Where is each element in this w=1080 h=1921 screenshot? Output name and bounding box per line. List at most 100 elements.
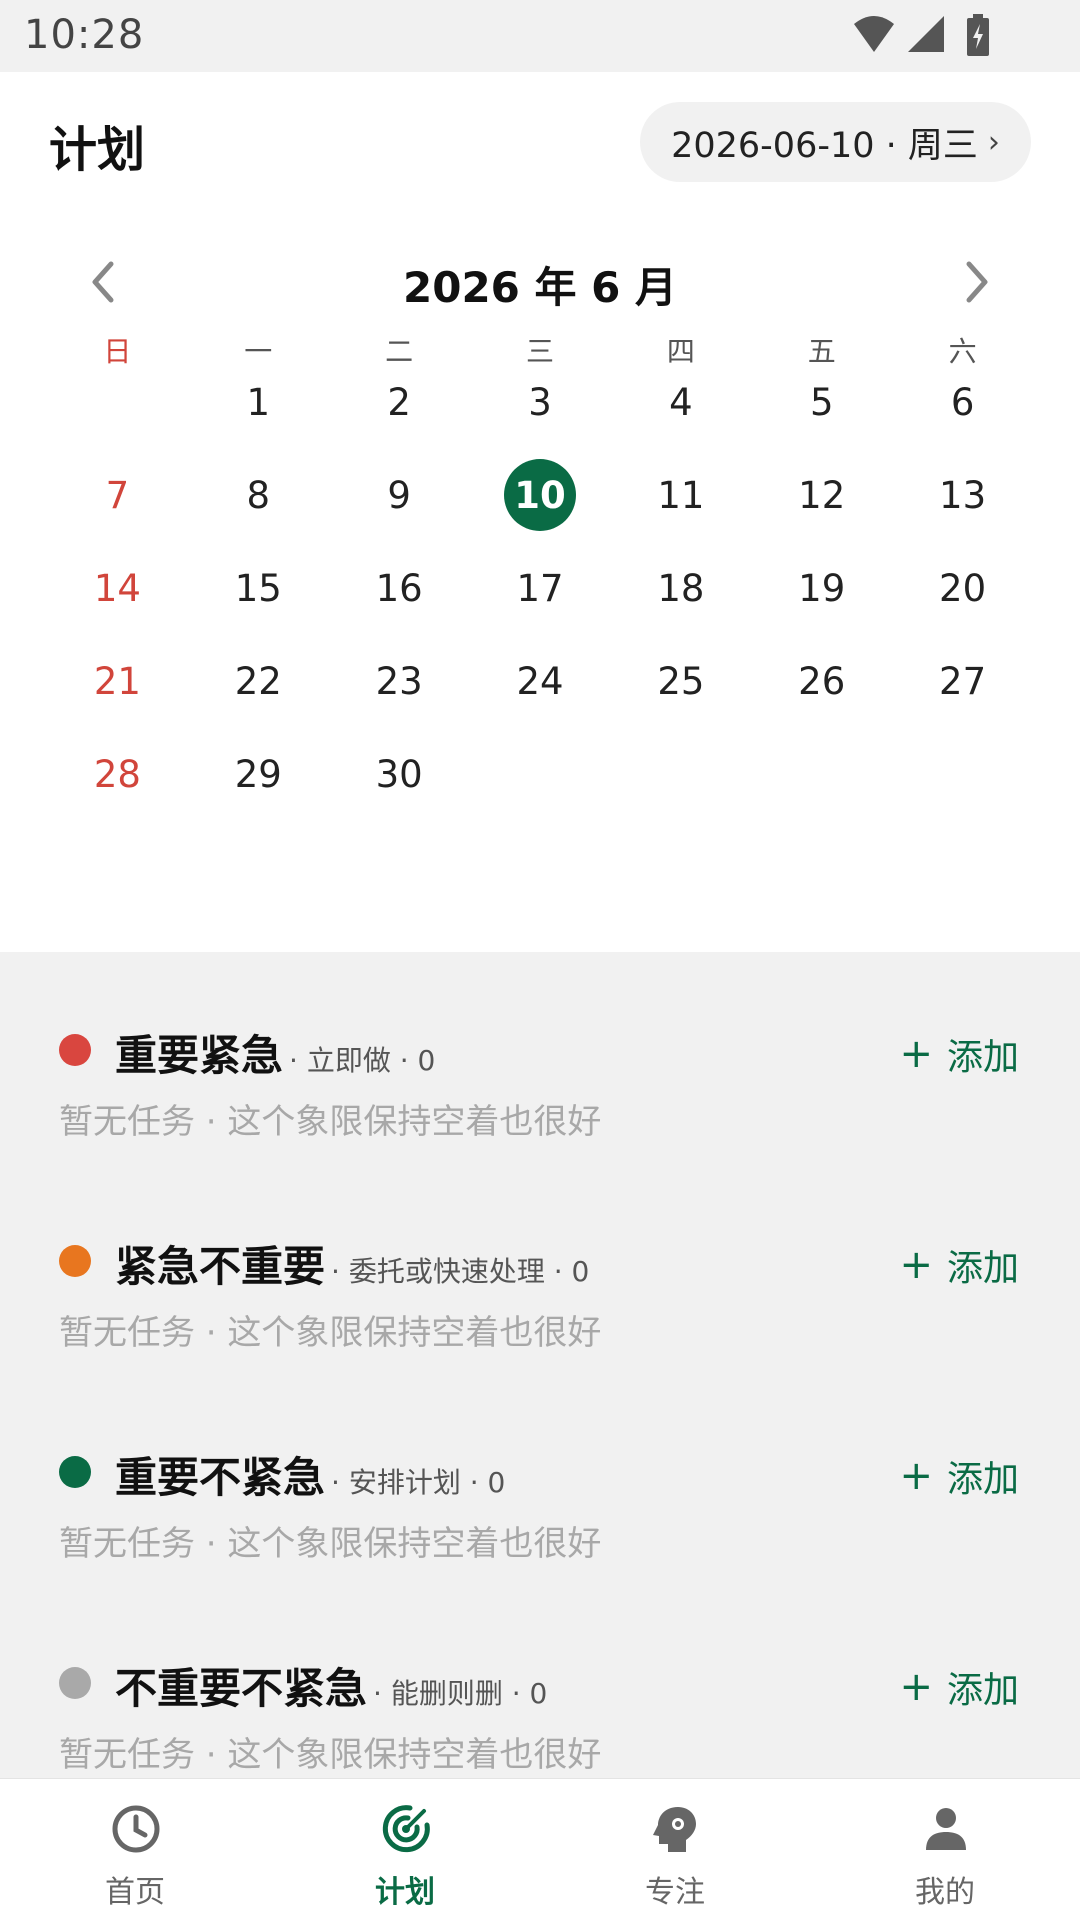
- calendar-day[interactable]: 26: [751, 641, 892, 721]
- date-selector-chip[interactable]: 2026-06-10 · 周三 ›: [640, 102, 1031, 182]
- calendar-day-selected[interactable]: 10: [470, 455, 611, 535]
- empty-state-text: 暂无任务 · 这个象限保持空着也很好: [59, 1102, 602, 1142]
- add-task-button[interactable]: + 添加: [899, 1661, 1019, 1713]
- red-dot-icon: [59, 1034, 91, 1066]
- nav-home[interactable]: 首页: [0, 1779, 270, 1921]
- quadrant-list: 重要紧急 · 立即做 · 0 + 添加 暂无任务 · 这个象限保持空着也很好 紧急不…: [0, 952, 1080, 1778]
- calendar-day[interactable]: 25: [610, 641, 751, 721]
- calendar-day[interactable]: 21: [47, 641, 188, 721]
- day-number: 2: [387, 380, 411, 424]
- next-month-button[interactable]: [945, 252, 1005, 312]
- calendar-day[interactable]: 27: [892, 641, 1033, 721]
- quadrant-title: 重要紧急 · 立即做 · 0: [115, 1022, 435, 1083]
- calendar-day[interactable]: 3: [470, 362, 611, 442]
- add-label: 添加: [946, 1670, 1019, 1711]
- day-number: 4: [669, 380, 693, 424]
- day-number: 10: [504, 459, 576, 531]
- calendar-day[interactable]: 8: [188, 455, 329, 535]
- quadrant-title: 重要不紧急 · 安排计划 · 0: [115, 1444, 505, 1505]
- day-number: 7: [105, 473, 130, 517]
- calendar-day[interactable]: 22: [188, 641, 329, 721]
- page-title: 计划: [49, 122, 146, 178]
- page-header: 计划 2026-06-10 · 周三 ›: [0, 72, 1080, 212]
- day-number: 21: [93, 659, 141, 703]
- day-number: 28: [93, 752, 141, 796]
- day-number: 29: [234, 752, 282, 796]
- quadrant-title-text: 重要不紧急: [115, 1453, 326, 1502]
- quadrant-subtitle: · 安排计划 · 0: [331, 1466, 506, 1499]
- calendar-day[interactable]: 2: [329, 362, 470, 442]
- day-number: 25: [657, 659, 705, 703]
- calendar-day[interactable]: 24: [470, 641, 611, 721]
- calendar-day[interactable]: 14: [47, 548, 188, 628]
- calendar-day[interactable]: 9: [329, 455, 470, 535]
- month-title: 2026 年 6 月: [403, 263, 677, 312]
- orange-dot-icon: [59, 1245, 91, 1277]
- day-number: 16: [375, 566, 423, 610]
- calendar-day[interactable]: 4: [610, 362, 751, 442]
- day-number: 12: [798, 473, 846, 517]
- nav-label: 首页: [105, 1875, 165, 1910]
- battery-icon: [967, 14, 989, 56]
- nav-profile[interactable]: 我的: [810, 1779, 1080, 1921]
- calendar-day[interactable]: 29: [188, 734, 329, 814]
- quadrant-not-important-not-urgent: 不重要不紧急 · 能删则删 · 0 + 添加 暂无任务 · 这个象限保持空着也很好: [0, 1585, 1080, 1775]
- calendar-day[interactable]: 20: [892, 548, 1033, 628]
- calendar-day[interactable]: 13: [892, 455, 1033, 535]
- green-dot-icon: [59, 1456, 91, 1488]
- quadrant-subtitle: · 立即做 · 0: [289, 1044, 436, 1077]
- day-number: 15: [234, 566, 282, 610]
- empty-state-text: 暂无任务 · 这个象限保持空着也很好: [59, 1313, 602, 1353]
- calendar-day[interactable]: 5: [751, 362, 892, 442]
- add-task-button[interactable]: + 添加: [899, 1450, 1019, 1502]
- calendar-day[interactable]: 6: [892, 362, 1033, 442]
- add-task-button[interactable]: + 添加: [899, 1239, 1019, 1291]
- quadrant-important-not-urgent: 重要不紧急 · 安排计划 · 0 + 添加 暂无任务 · 这个象限保持空着也很好: [0, 1374, 1080, 1564]
- quadrant-subtitle: · 能删则删 · 0: [373, 1677, 548, 1710]
- calendar-day[interactable]: 12: [751, 455, 892, 535]
- calendar-day[interactable]: 30: [329, 734, 470, 814]
- chevron-right-icon: ›: [987, 124, 1000, 160]
- calendar-day[interactable]: 15: [188, 548, 329, 628]
- nav-label: 我的: [915, 1875, 975, 1910]
- plus-icon: +: [899, 1664, 933, 1710]
- month-calendar: 2026 年 6 月 日 一 二 三 四 五 六 1 2 3 4 5 6 7 8…: [0, 212, 1080, 952]
- calendar-day[interactable]: 1: [188, 362, 329, 442]
- quadrant-subtitle: · 委托或快速处理 · 0: [331, 1255, 590, 1288]
- quadrant-urgent-important: 重要紧急 · 立即做 · 0 + 添加 暂无任务 · 这个象限保持空着也很好: [0, 952, 1080, 1142]
- calendar-week: 28 29 30: [47, 734, 1033, 814]
- day-number: 23: [375, 659, 423, 703]
- calendar-day[interactable]: 18: [610, 548, 751, 628]
- add-label: 添加: [946, 1037, 1019, 1078]
- add-task-button[interactable]: + 添加: [899, 1028, 1019, 1080]
- clock-icon: [112, 1805, 160, 1853]
- day-number: 26: [798, 659, 846, 703]
- quadrant-title: 不重要不紧急 · 能删则删 · 0: [115, 1655, 547, 1716]
- calendar-day[interactable]: 19: [751, 548, 892, 628]
- empty-state-text: 暂无任务 · 这个象限保持空着也很好: [59, 1735, 602, 1775]
- calendar-day[interactable]: 16: [329, 548, 470, 628]
- calendar-day[interactable]: 23: [329, 641, 470, 721]
- day-number: 6: [950, 380, 975, 424]
- day-number: 20: [939, 566, 987, 610]
- nav-plan[interactable]: 计划: [270, 1779, 540, 1921]
- day-number: 24: [516, 659, 564, 703]
- day-number: 13: [939, 473, 987, 517]
- status-bar: 10:28: [0, 0, 1080, 72]
- calendar-day[interactable]: 7: [47, 455, 188, 535]
- signal-icon: [908, 16, 944, 52]
- brain-head-icon: [653, 1807, 696, 1852]
- status-time: 10:28: [24, 12, 145, 58]
- day-number: 18: [657, 566, 705, 610]
- gray-dot-icon: [59, 1667, 91, 1699]
- quadrant-title-text: 不重要不紧急: [115, 1664, 368, 1713]
- day-number: 17: [516, 566, 564, 610]
- plus-icon: +: [899, 1242, 933, 1288]
- empty-state-text: 暂无任务 · 这个象限保持空着也很好: [59, 1524, 602, 1564]
- calendar-day[interactable]: 28: [47, 734, 188, 814]
- nav-focus[interactable]: 专注: [540, 1779, 810, 1921]
- person-icon: [926, 1808, 966, 1850]
- add-label: 添加: [946, 1459, 1019, 1500]
- calendar-day[interactable]: 11: [610, 455, 751, 535]
- calendar-day[interactable]: 17: [470, 548, 611, 628]
